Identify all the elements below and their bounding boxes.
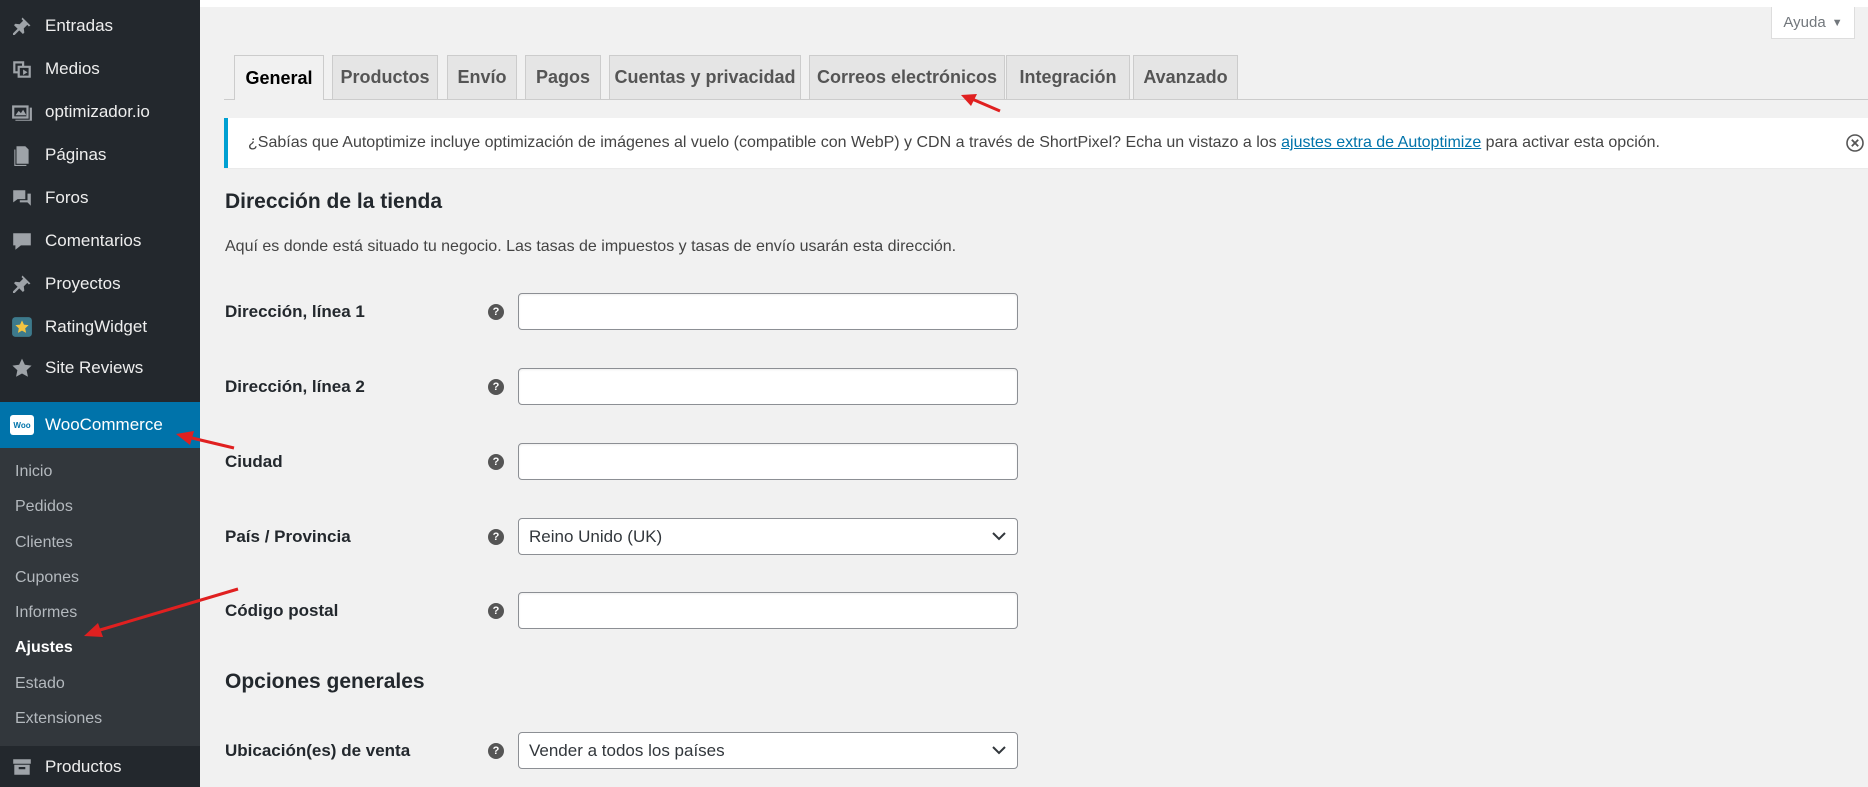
selling-location-value: Vender a todos los países bbox=[529, 740, 725, 760]
tab-label: Avanzado bbox=[1143, 67, 1228, 87]
help-tip-icon[interactable]: ? bbox=[488, 743, 504, 759]
city-label: Ciudad bbox=[225, 452, 283, 471]
selling-location-label: Ubicación(es) de venta bbox=[225, 741, 411, 760]
images-icon bbox=[10, 100, 34, 124]
help-tip-icon[interactable]: ? bbox=[488, 379, 504, 395]
tab-cuentas-privacidad[interactable]: Cuentas y privacidad bbox=[609, 55, 801, 99]
tab-label: Pagos bbox=[535, 67, 591, 87]
pages-icon bbox=[10, 143, 34, 167]
help-tab-label: Ayuda bbox=[1783, 14, 1826, 31]
sidebar-item-ratingwidget[interactable]: RatingWidget bbox=[0, 306, 200, 348]
sidebar-item-medios[interactable]: Medios bbox=[0, 48, 200, 90]
admin-sidebar: Entradas Medios optimizador.io Páginas F… bbox=[0, 0, 200, 787]
address2-input[interactable] bbox=[518, 368, 1018, 405]
sidebar-item-label: Páginas bbox=[45, 145, 107, 164]
general-options-title: Opciones generales bbox=[225, 670, 425, 693]
pushpin-icon bbox=[10, 14, 34, 38]
help-tip-icon[interactable]: ? bbox=[488, 529, 504, 545]
chevron-down-icon bbox=[992, 532, 1006, 541]
help-tip-icon[interactable]: ? bbox=[488, 603, 504, 619]
tab-integracion[interactable]: Integración bbox=[1006, 55, 1130, 99]
tab-label: Correos electrónicos bbox=[816, 67, 998, 87]
sidebar-item-label: RatingWidget bbox=[45, 317, 148, 336]
notice-text-before: ¿Sabías que Autoptimize incluye optimiza… bbox=[248, 134, 1282, 151]
submenu-item-clientes[interactable]: Clientes bbox=[15, 533, 73, 553]
sidebar-item-proyectos[interactable]: Proyectos bbox=[0, 263, 200, 305]
tab-envio[interactable]: Envío bbox=[447, 55, 517, 99]
tab-label: Integración bbox=[1019, 67, 1117, 87]
sidebar-item-label: Entradas bbox=[45, 16, 114, 35]
address1-input[interactable] bbox=[518, 293, 1018, 330]
tab-label: General bbox=[245, 67, 313, 88]
country-select-value: Reino Unido (UK) bbox=[529, 526, 663, 546]
admin-top-strip bbox=[200, 0, 1868, 7]
archive-icon bbox=[10, 755, 34, 779]
woo-logo-icon: Woo bbox=[10, 413, 34, 437]
store-address-title: Dirección de la tienda bbox=[225, 190, 443, 213]
address2-label: Dirección, línea 2 bbox=[225, 377, 365, 396]
star-badge-icon bbox=[10, 315, 34, 339]
country-select[interactable]: Reino Unido (UK) bbox=[518, 518, 1018, 555]
sidebar-item-label: WooCommerce bbox=[45, 415, 163, 434]
caret-down-icon: ▼ bbox=[1831, 16, 1843, 29]
sidebar-item-productos[interactable]: Productos bbox=[0, 746, 200, 787]
pushpin-icon bbox=[10, 272, 34, 296]
autoptimize-notice: ¿Sabías que Autoptimize incluye optimiza… bbox=[224, 118, 1868, 168]
tab-label: Envío bbox=[457, 67, 507, 87]
forums-icon bbox=[10, 186, 34, 210]
submenu-item-informes[interactable]: Informes bbox=[15, 603, 77, 623]
sidebar-item-label: Proyectos bbox=[45, 274, 121, 293]
media-icon bbox=[10, 57, 34, 81]
help-tab-button[interactable]: Ayuda ▼ bbox=[1771, 7, 1855, 39]
postcode-input[interactable] bbox=[518, 592, 1018, 629]
help-tip-icon[interactable]: ? bbox=[488, 304, 504, 320]
tab-label: Cuentas y privacidad bbox=[614, 67, 796, 87]
submenu-item-extensiones[interactable]: Extensiones bbox=[15, 709, 102, 729]
tabs-baseline bbox=[224, 99, 1868, 100]
sidebar-item-label: Productos bbox=[45, 757, 122, 776]
tab-correos-electronicos[interactable]: Correos electrónicos bbox=[809, 55, 1005, 99]
chevron-down-icon bbox=[992, 746, 1006, 755]
sidebar-item-paginas[interactable]: Páginas bbox=[0, 134, 200, 176]
current-menu-pointer bbox=[200, 415, 210, 435]
tab-pagos[interactable]: Pagos bbox=[525, 55, 601, 99]
notice-text: ¿Sabías que Autoptimize incluye optimiza… bbox=[248, 134, 1660, 152]
submenu-item-pedidos[interactable]: Pedidos bbox=[15, 497, 73, 517]
sidebar-item-label: Site Reviews bbox=[45, 358, 144, 377]
help-tip-icon[interactable]: ? bbox=[488, 454, 504, 470]
autoptimize-settings-link[interactable]: ajustes extra de Autoptimize bbox=[1281, 134, 1481, 151]
postcode-label: Código postal bbox=[225, 601, 339, 620]
tab-label: Productos bbox=[340, 67, 430, 87]
sidebar-item-woocommerce[interactable]: Woo WooCommerce bbox=[0, 402, 200, 448]
sidebar-item-entradas[interactable]: Entradas bbox=[0, 5, 200, 47]
sidebar-item-site-reviews[interactable]: Site Reviews bbox=[0, 347, 200, 389]
sidebar-item-optimizador[interactable]: optimizador.io bbox=[0, 91, 200, 133]
notice-text-after: para activar esta opción. bbox=[1481, 134, 1660, 151]
sidebar-item-label: optimizador.io bbox=[45, 102, 150, 121]
star-icon bbox=[10, 356, 34, 380]
sidebar-item-label: Medios bbox=[45, 59, 100, 78]
selling-location-select[interactable]: Vender a todos los países bbox=[518, 732, 1018, 769]
submenu-item-ajustes[interactable]: Ajustes bbox=[15, 638, 73, 658]
sidebar-item-comentarios[interactable]: Comentarios bbox=[0, 220, 200, 262]
tab-avanzado[interactable]: Avanzado bbox=[1133, 55, 1238, 99]
sidebar-item-label: Foros bbox=[45, 188, 89, 207]
submenu-item-inicio[interactable]: Inicio bbox=[15, 462, 52, 482]
tab-productos[interactable]: Productos bbox=[332, 55, 438, 99]
comments-icon bbox=[10, 229, 34, 253]
sidebar-item-label: Comentarios bbox=[45, 231, 142, 250]
tab-general[interactable]: General bbox=[234, 55, 324, 100]
woocommerce-submenu: Inicio Pedidos Clientes Cupones Informes… bbox=[0, 448, 200, 746]
dismiss-notice-button[interactable] bbox=[1843, 131, 1867, 155]
submenu-item-cupones[interactable]: Cupones bbox=[15, 568, 79, 588]
store-address-description: Aquí es donde está situado tu negocio. L… bbox=[225, 238, 957, 255]
address1-label: Dirección, línea 1 bbox=[225, 302, 365, 321]
close-circle-icon bbox=[1846, 134, 1864, 152]
sidebar-item-foros[interactable]: Foros bbox=[0, 177, 200, 219]
country-label: País / Provincia bbox=[225, 527, 351, 546]
submenu-item-estado[interactable]: Estado bbox=[15, 674, 65, 694]
city-input[interactable] bbox=[518, 443, 1018, 480]
